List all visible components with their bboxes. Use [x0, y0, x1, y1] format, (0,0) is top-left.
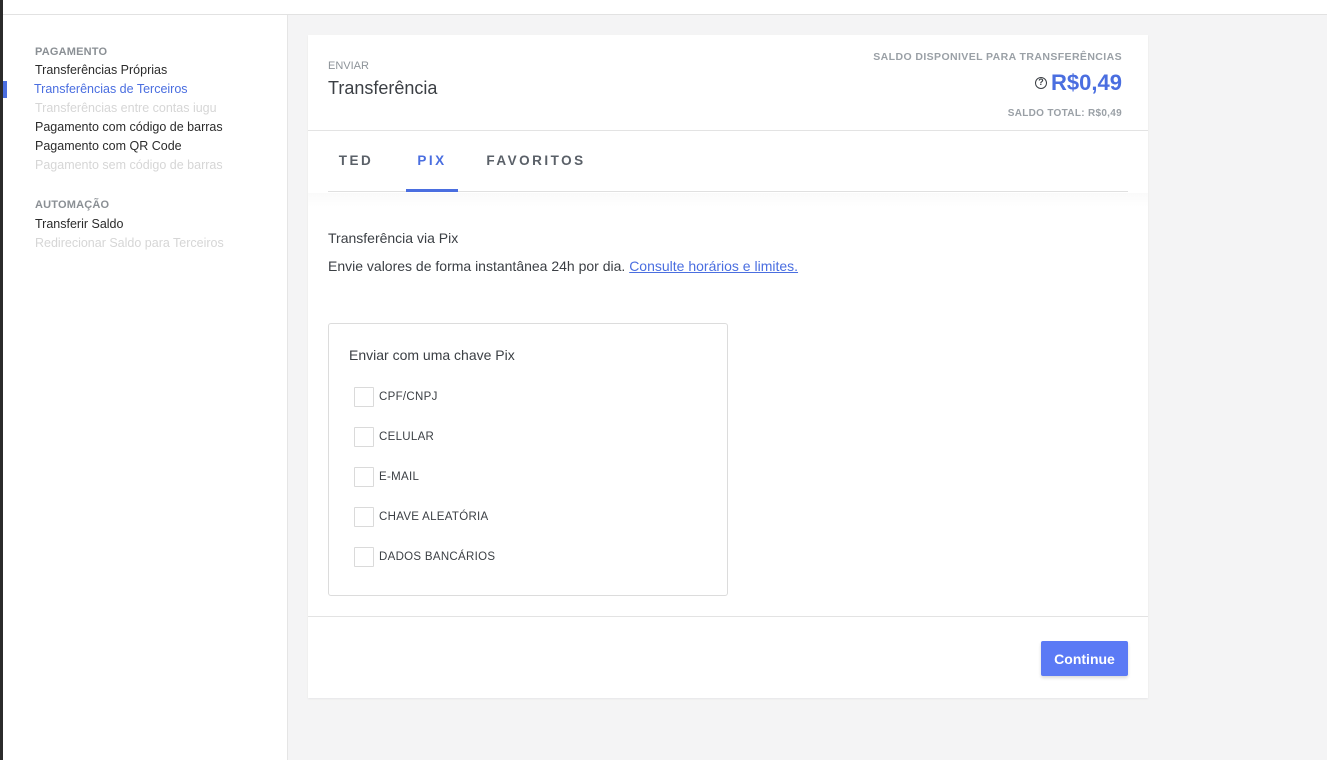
card-header: ENVIAR Transferência SALDO DISPONIVEL PA… — [308, 35, 1148, 131]
active-indicator — [3, 81, 7, 98]
pix-description-text: Envie valores de forma instantânea 24h p… — [328, 258, 626, 274]
available-balance: ? R$0,49 — [1035, 70, 1122, 96]
page-title: Transferência — [328, 78, 438, 98]
option-dados-bancarios[interactable]: DADOS BANCÁRIOS — [354, 547, 495, 567]
checkbox-cpf-cnpj[interactable] — [354, 387, 374, 407]
sidebar-item-redirecionar-saldo: Redirecionar Saldo para Terceiros — [35, 236, 224, 250]
top-bar — [0, 0, 1327, 15]
transfer-tabs: TED PIX FAVORITOS — [328, 132, 1128, 192]
header-eyebrow: ENVIAR — [328, 60, 369, 72]
continue-button[interactable]: Continue — [1041, 641, 1128, 676]
option-label: DADOS BANCÁRIOS — [379, 551, 496, 563]
sidebar-section-automacao: AUTOMAÇÃO — [35, 199, 110, 211]
sidebar-item-transferir-saldo[interactable]: Transferir Saldo — [35, 217, 123, 231]
option-chave-aleatoria[interactable]: CHAVE ALEATÓRIA — [354, 507, 489, 527]
sidebar-item-transferencias-proprias[interactable]: Transferências Próprias — [35, 63, 167, 77]
card-footer: Continue — [308, 616, 1148, 698]
tabs-divider — [308, 193, 1148, 207]
checkbox-celular[interactable] — [354, 427, 374, 447]
checkbox-email[interactable] — [354, 467, 374, 487]
help-icon[interactable]: ? — [1035, 77, 1048, 89]
pix-section-title: Transferência via Pix — [328, 230, 459, 246]
limits-link[interactable]: Consulte horários e limites. — [629, 258, 798, 274]
tab-pix[interactable]: PIX — [406, 132, 458, 192]
option-label: E-MAIL — [379, 471, 420, 483]
option-cpf-cnpj[interactable]: CPF/CNPJ — [354, 387, 438, 407]
pix-key-box-title: Enviar com uma chave Pix — [349, 347, 515, 363]
sidebar-item-transferencias-terceiros[interactable]: Transferências de Terceiros — [34, 82, 188, 96]
sidebar-section-pagamento: PAGAMENTO — [35, 46, 108, 58]
sidebar-item-pagamento-qr-code[interactable]: Pagamento com QR Code — [35, 139, 182, 153]
available-balance-label: SALDO DISPONIVEL PARA TRANSFERÊNCIAS — [873, 51, 1122, 63]
tab-favoritos[interactable]: FAVORITOS — [480, 132, 592, 192]
sidebar-item-transferencias-iugu: Transferências entre contas iugu — [35, 101, 217, 115]
option-email[interactable]: E-MAIL — [354, 467, 419, 487]
main-content: ENVIAR Transferência SALDO DISPONIVEL PA… — [288, 15, 1327, 760]
option-label: CPF/CNPJ — [379, 391, 438, 403]
tab-ted[interactable]: TED — [328, 132, 384, 192]
pix-key-box: Enviar com uma chave Pix CPF/CNPJ CELULA… — [328, 323, 728, 596]
pix-description: Envie valores de forma instantânea 24h p… — [328, 258, 798, 274]
checkbox-chave-aleatoria[interactable] — [354, 507, 374, 527]
option-label: CELULAR — [379, 431, 435, 443]
sidebar: PAGAMENTO Transferências Próprias Transf… — [3, 15, 288, 760]
sidebar-item-pagamento-codigo-barras[interactable]: Pagamento com código de barras — [35, 120, 223, 134]
balance-value: R$0,49 — [1051, 70, 1122, 95]
option-label: CHAVE ALEATÓRIA — [379, 511, 489, 523]
checkbox-dados-bancarios[interactable] — [354, 547, 374, 567]
total-balance: SALDO TOTAL: R$0,49 — [1007, 108, 1122, 119]
transfer-card: ENVIAR Transferência SALDO DISPONIVEL PA… — [308, 35, 1148, 698]
option-celular[interactable]: CELULAR — [354, 427, 434, 447]
sidebar-item-pagamento-sem-codigo: Pagamento sem código de barras — [35, 158, 223, 172]
